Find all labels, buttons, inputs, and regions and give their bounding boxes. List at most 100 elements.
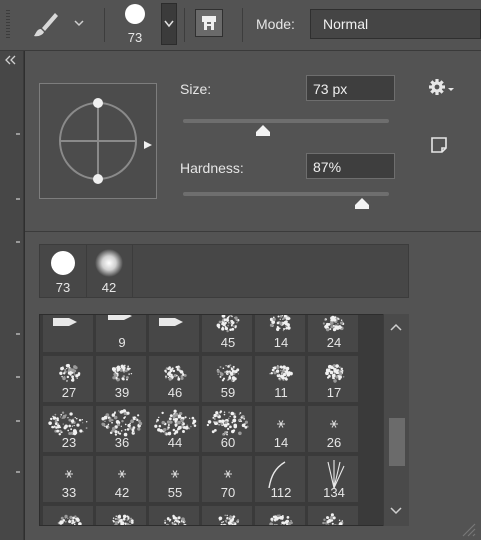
brush-preset-cell[interactable]: 45 xyxy=(201,315,253,353)
brush-tip-icon xyxy=(330,420,338,428)
brush-tip-icon xyxy=(268,461,286,488)
new-preset-icon[interactable] xyxy=(429,135,449,155)
brush-tip-icon xyxy=(112,514,134,525)
brush-preset-size-label: 134 xyxy=(323,485,345,500)
mode-select[interactable]: Normal xyxy=(310,9,481,39)
brush-preset-cell[interactable]: 11 xyxy=(254,355,306,403)
brush-settings-button[interactable] xyxy=(195,9,223,37)
tool-marker xyxy=(16,420,20,422)
brush-preset-cell[interactable] xyxy=(148,315,200,353)
brush-preset-cell[interactable] xyxy=(42,315,94,353)
brush-tip-icon xyxy=(164,365,187,381)
brush-preset-size-label: 23 xyxy=(61,435,77,450)
brush-preset-cell[interactable] xyxy=(307,505,359,525)
chevron-down-icon[interactable] xyxy=(387,504,405,518)
brush-tip-icon xyxy=(154,409,197,436)
brush-preset-cell[interactable] xyxy=(95,505,147,525)
brush-tip-icon xyxy=(171,470,179,478)
size-slider-thumb[interactable] xyxy=(254,123,272,137)
brush-preset-cell[interactable]: 42 xyxy=(95,455,147,503)
tool-marker xyxy=(16,241,20,243)
brush-preset-cell[interactable] xyxy=(148,505,200,525)
brush-preset-cell[interactable]: 14 xyxy=(254,315,306,353)
brush-preset-picker: Size: 73 px Hardness: 87% 73 42 9 45 14 … xyxy=(24,51,481,540)
brush-tip-icon xyxy=(216,364,240,383)
resize-grip-icon[interactable] xyxy=(455,519,477,537)
brush-preset-cell[interactable]: 46 xyxy=(148,355,200,403)
tool-marker xyxy=(16,133,20,135)
brush-preset-cell[interactable]: 14 xyxy=(254,405,306,453)
brush-tip-icon xyxy=(101,409,143,437)
hardness-slider-thumb[interactable] xyxy=(353,196,371,210)
tool-marker xyxy=(16,376,20,378)
tool-marker xyxy=(16,471,20,473)
brush-preset-size-label: 70 xyxy=(220,485,236,500)
brush-tip-icon xyxy=(327,460,345,488)
brush-preset-size-label: 59 xyxy=(220,385,236,400)
brush-preset-cell[interactable]: 44 xyxy=(148,405,200,453)
recent-brush-soft-round[interactable]: 42 xyxy=(86,245,133,297)
brush-preset-cell[interactable]: 24 xyxy=(307,315,359,353)
brush-preset-cell[interactable]: 27 xyxy=(42,355,94,403)
recent-brushes: 73 42 xyxy=(39,244,409,298)
brush-tool-icon[interactable] xyxy=(28,8,62,42)
brush-preset-cell[interactable]: 59 xyxy=(201,355,253,403)
brush-preset-cell[interactable]: 36 xyxy=(95,405,147,453)
brush-tip-icon xyxy=(277,420,285,428)
brush-tip-icon xyxy=(269,514,293,525)
brush-preset-size-label: 45 xyxy=(220,335,236,350)
chevron-down-icon[interactable] xyxy=(72,16,86,30)
recent-brush-label: 73 xyxy=(55,280,71,295)
brush-tip-icon xyxy=(65,470,73,478)
gear-icon[interactable] xyxy=(427,77,455,97)
brush-preset-size-label: 44 xyxy=(167,435,183,450)
size-slider[interactable] xyxy=(183,119,389,123)
brush-tip-icon xyxy=(118,470,126,478)
brush-preset-cell[interactable]: 60 xyxy=(201,405,253,453)
brush-tip-icon xyxy=(325,364,345,383)
hardness-input[interactable]: 87% xyxy=(306,153,395,179)
brush-preset-cell[interactable]: 134 xyxy=(307,455,359,503)
brush-preset-size-label: 14 xyxy=(273,335,289,350)
hardness-label: Hardness: xyxy=(180,160,244,176)
brush-preset-cell[interactable] xyxy=(42,505,94,525)
angle-handle-arrow-icon[interactable] xyxy=(143,138,153,149)
brush-preset-cell[interactable] xyxy=(254,505,306,525)
brush-preset-cell[interactable]: 112 xyxy=(254,455,306,503)
brush-preset-cell[interactable]: 23 xyxy=(42,405,94,453)
tools-panel-edge xyxy=(0,51,24,540)
options-bar: 73 Mode: Normal xyxy=(0,0,481,51)
brush-preset-size-label: 36 xyxy=(114,435,130,450)
tool-marker xyxy=(16,198,20,200)
brush-preset-cell[interactable]: 33 xyxy=(42,455,94,503)
brush-tip-icon xyxy=(218,514,240,525)
scrollbar-thumb[interactable] xyxy=(389,418,405,466)
brush-picker-toggle[interactable] xyxy=(161,3,177,45)
chevron-up-icon[interactable] xyxy=(387,320,405,334)
brush-preset-cell[interactable]: 70 xyxy=(201,455,253,503)
brush-tip-icon xyxy=(59,363,81,382)
brush-preset-size-label: 55 xyxy=(167,485,183,500)
presets-scrollbar[interactable] xyxy=(383,314,409,526)
separator xyxy=(104,8,105,42)
brush-preset-cell[interactable]: 55 xyxy=(148,455,200,503)
brush-preset-size-label: 33 xyxy=(61,485,77,500)
brush-preset-size-label: 24 xyxy=(326,335,342,350)
toolbar-grip[interactable] xyxy=(6,10,10,40)
brush-preset-cell[interactable]: 26 xyxy=(307,405,359,453)
brush-preset-cell[interactable]: 17 xyxy=(307,355,359,403)
recent-brush-hard-round[interactable]: 73 xyxy=(40,245,87,297)
separator xyxy=(184,8,185,42)
brush-tip-icon xyxy=(57,514,82,525)
brush-preset-cell[interactable]: 39 xyxy=(95,355,147,403)
brush-tip-angle-preview[interactable] xyxy=(39,83,157,199)
brush-preset-cell[interactable] xyxy=(201,505,253,525)
brush-tip-icon xyxy=(48,411,88,436)
brush-settings-icon xyxy=(202,16,216,30)
brush-tip-preview-icon[interactable] xyxy=(120,2,150,26)
brush-tip-icon xyxy=(269,365,293,381)
brush-preset-size-label: 17 xyxy=(326,385,342,400)
size-input[interactable]: 73 px xyxy=(306,75,395,101)
brush-preset-cell[interactable]: 9 xyxy=(95,315,147,353)
collapse-panel-icon[interactable] xyxy=(0,55,22,69)
